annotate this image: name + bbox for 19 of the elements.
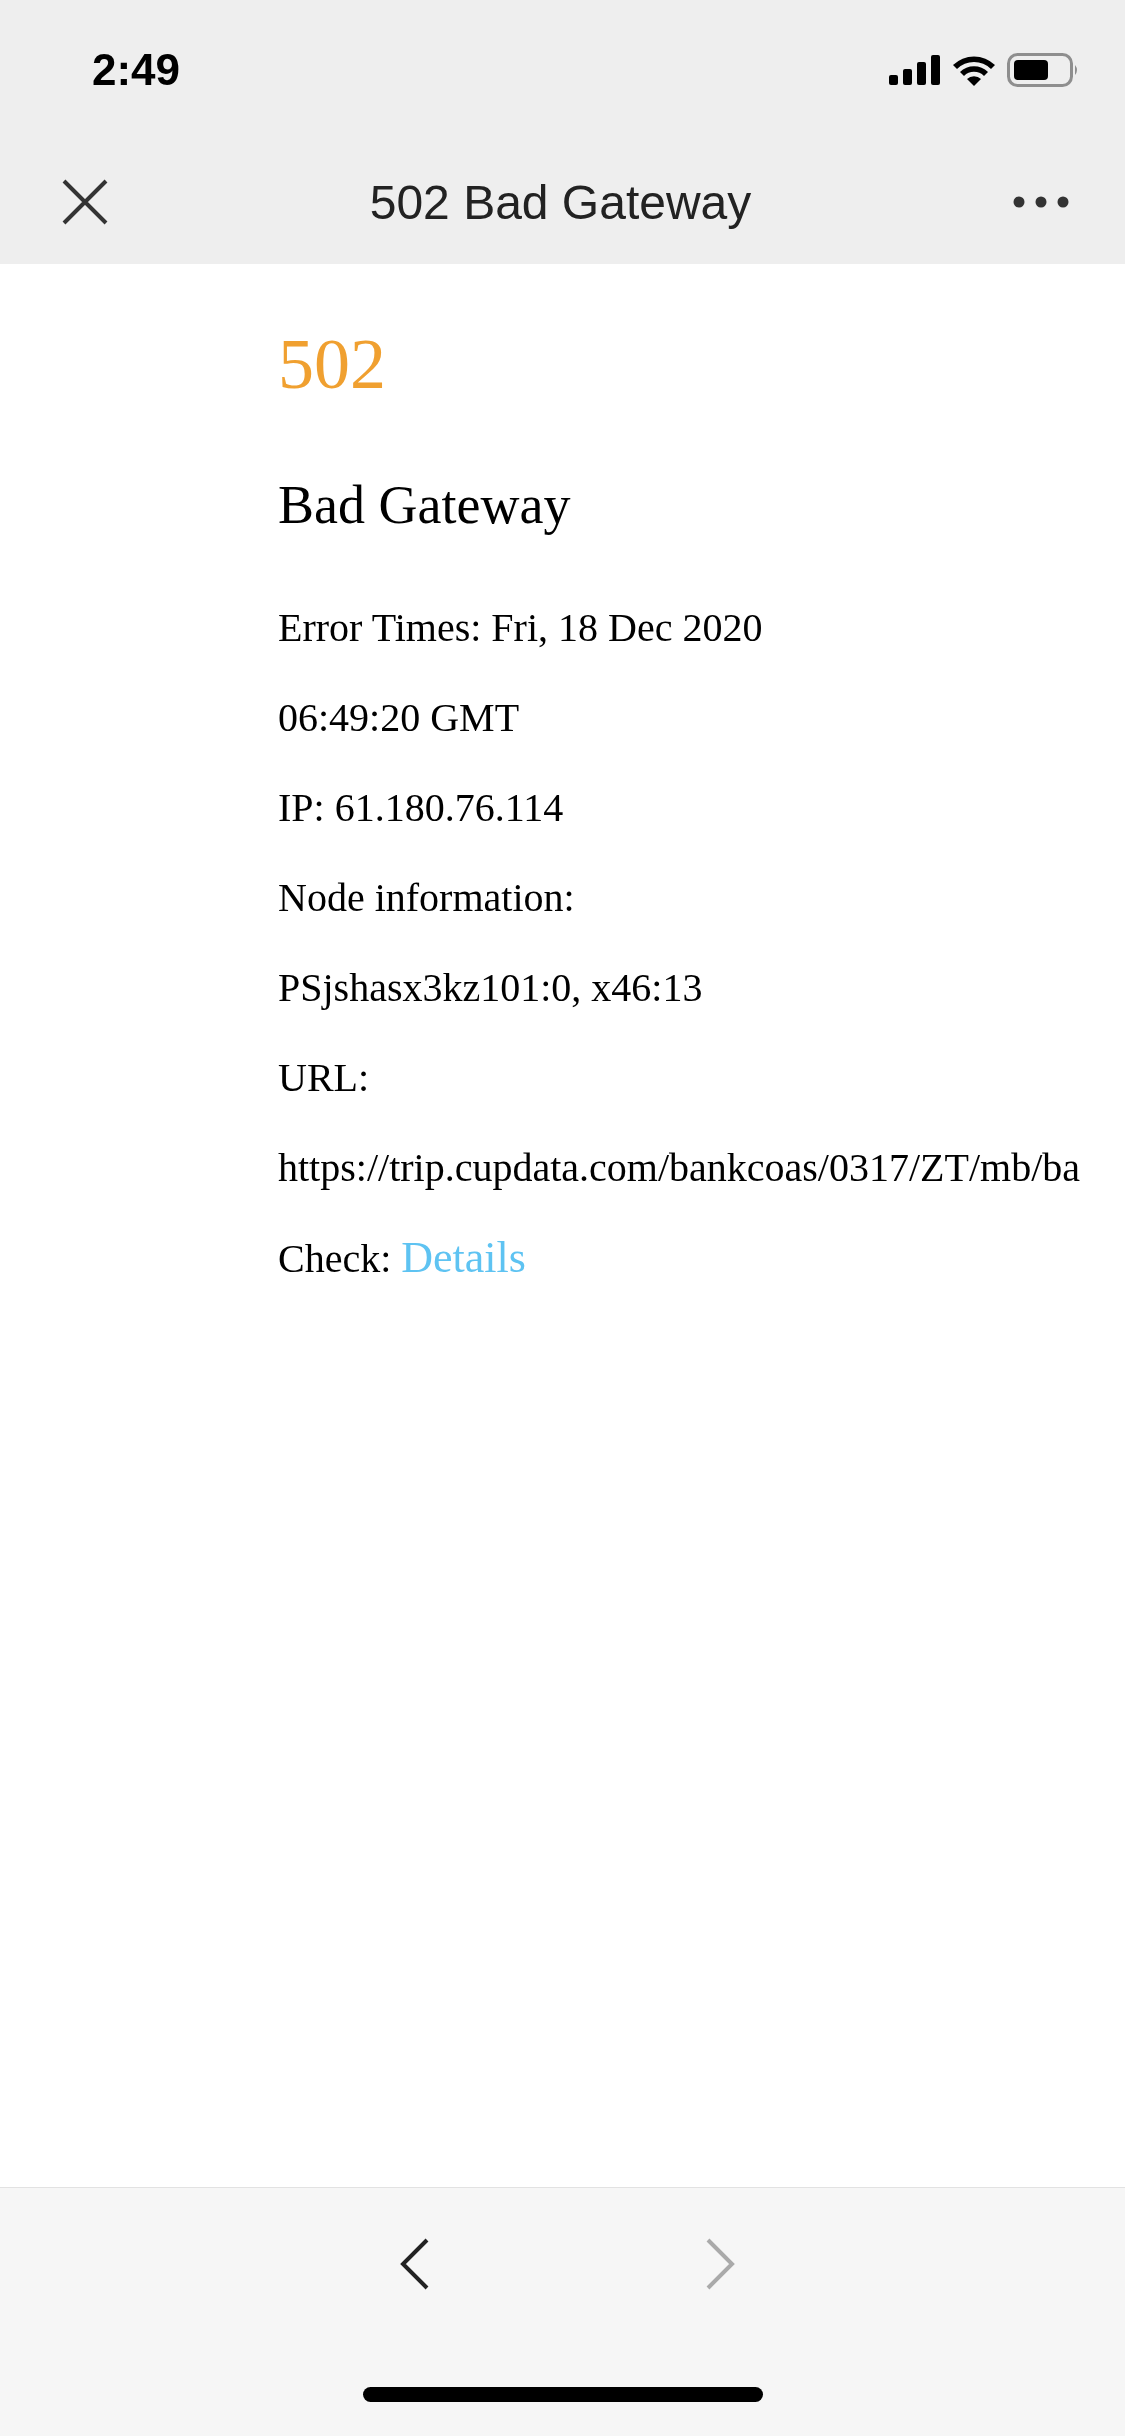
- check-label: Check:: [278, 1236, 392, 1281]
- info-text: Node information:: [278, 874, 575, 922]
- wifi-icon: [951, 54, 997, 86]
- status-time: 2:49: [92, 45, 181, 95]
- error-code: 502: [278, 323, 386, 406]
- page-title: 502 Bad Gateway: [369, 174, 752, 230]
- details-link[interactable]: Details: [401, 1233, 526, 1282]
- error-heading: Bad Gateway: [278, 474, 571, 537]
- battery-icon: [1007, 53, 1079, 87]
- info-text: 06:49:20 GMT: [278, 694, 520, 742]
- info-text: IP: 61.180.76.114: [278, 784, 564, 832]
- info-text: https://trip.cupdata.com/bankcoas/0317/ZT/mb/ba: [278, 1144, 1081, 1192]
- info-text: PSjshasx3kz101:0, x46:13: [278, 964, 703, 1012]
- info-text: Error Times: Fri, 18 Dec 2020: [278, 604, 763, 652]
- more-icon[interactable]: [1013, 196, 1069, 208]
- close-icon[interactable]: [62, 179, 108, 225]
- back-icon[interactable]: [400, 2238, 430, 2290]
- info-text: URL:: [278, 1054, 370, 1102]
- signal-icon: [889, 55, 941, 85]
